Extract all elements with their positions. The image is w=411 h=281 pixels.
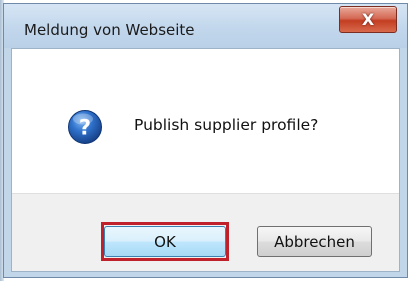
title-bar[interactable]: Meldung von Webseite X [4,4,407,48]
dialog-window: Meldung von Webseite X ? Publish supplie… [3,3,408,278]
message-area: ? Publish supplier profile? [12,49,399,193]
cancel-button[interactable]: Abbrechen [257,226,372,257]
dialog-content: ? Publish supplier profile? OK Abbrechen [11,48,400,272]
dialog-title: Meldung von Webseite [24,21,195,39]
close-icon: X [361,10,375,29]
close-button[interactable]: X [339,6,397,33]
svg-text:?: ? [79,116,91,140]
question-icon: ? [68,110,102,144]
button-bar: OK Abbrechen [12,193,399,271]
dialog-message: Publish supplier profile? [134,116,319,134]
ok-button[interactable]: OK [104,226,226,257]
